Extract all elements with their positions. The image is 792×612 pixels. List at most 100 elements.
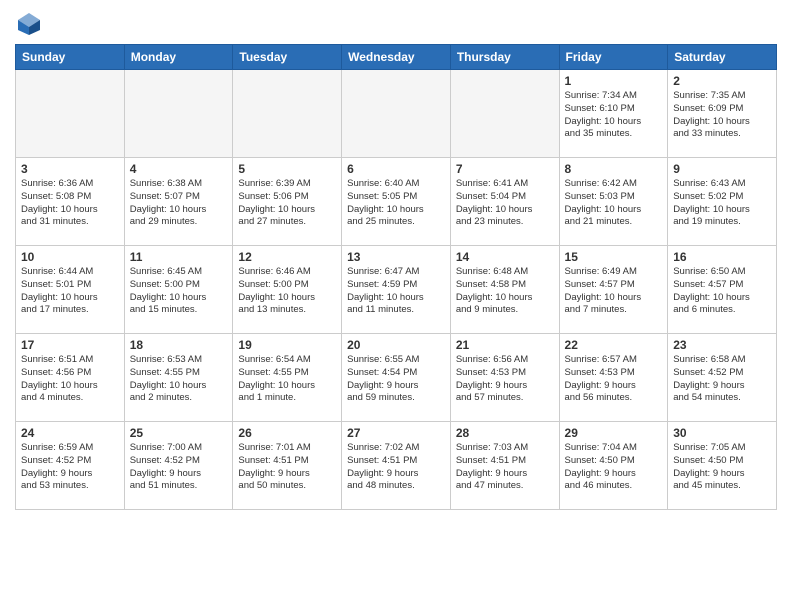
day-number: 22 (565, 338, 663, 352)
day-info: Sunrise: 7:34 AM Sunset: 6:10 PM Dayligh… (565, 90, 663, 141)
calendar-cell: 11Sunrise: 6:45 AM Sunset: 5:00 PM Dayli… (124, 246, 233, 334)
day-number: 15 (565, 250, 663, 264)
calendar-cell: 12 Sunrise: 6:46 AM Sunset: 5:00 PM Dayli… (233, 246, 342, 334)
calendar-cell: 10 Sunrise: 6:44 AM Sunset: 5:01 PM Dayli… (16, 246, 125, 334)
logo-icon (15, 10, 43, 38)
calendar-cell: 14 Sunrise: 6:48 AM Sunset: 4:58 PM Dayli… (450, 246, 559, 334)
calendar-cell: 26Sunrise: 7:01 AM Sunset: 4:51 PM Dayli… (233, 422, 342, 510)
day-number: 26 (238, 426, 336, 440)
day-number: 19 (238, 338, 336, 352)
day-info: Sunrise: 6:47 AM Sunset: 4:59 PM Dayligh… (347, 266, 445, 317)
day-info: Sunrise: 6:58 AM Sunset: 4:52 PM Dayligh… (673, 354, 771, 405)
day-number: 5 (238, 162, 336, 176)
day-number: 1 (565, 74, 663, 88)
day-info: Sunrise: 6:36 AM Sunset: 5:08 PM Dayligh… (21, 178, 119, 229)
day-info: Sunrise: 7:02 AM Sunset: 4:51 PM Dayligh… (347, 442, 445, 493)
calendar-cell: 22Sunrise: 6:57 AM Sunset: 4:53 PM Dayli… (559, 334, 668, 422)
calendar-cell: 18Sunrise: 6:53 AM Sunset: 4:55 PM Dayli… (124, 334, 233, 422)
day-info: Sunrise: 7:03 AM Sunset: 4:51 PM Dayligh… (456, 442, 554, 493)
day-header-thursday: Thursday (450, 45, 559, 70)
day-info: Sunrise: 7:05 AM Sunset: 4:50 PM Dayligh… (673, 442, 771, 493)
day-info: Sunrise: 6:41 AM Sunset: 5:04 PM Dayligh… (456, 178, 554, 229)
day-info: Sunrise: 6:39 AM Sunset: 5:06 PM Dayligh… (238, 178, 336, 229)
week-row-4: 17 Sunrise: 6:51 AM Sunset: 4:56 PM Dayli… (16, 334, 777, 422)
calendar-cell: 8 Sunrise: 6:42 AM Sunset: 5:03 PM Daylig… (559, 158, 668, 246)
day-header-friday: Friday (559, 45, 668, 70)
day-info: Sunrise: 6:42 AM Sunset: 5:03 PM Dayligh… (565, 178, 663, 229)
day-info: Sunrise: 6:56 AM Sunset: 4:53 PM Dayligh… (456, 354, 554, 405)
calendar-header-row: SundayMondayTuesdayWednesdayThursdayFrid… (16, 45, 777, 70)
day-number: 3 (21, 162, 119, 176)
day-info: Sunrise: 6:48 AM Sunset: 4:58 PM Dayligh… (456, 266, 554, 317)
day-header-monday: Monday (124, 45, 233, 70)
week-row-1: 1 Sunrise: 7:34 AM Sunset: 6:10 PM Daylig… (16, 70, 777, 158)
day-number: 12 (238, 250, 336, 264)
day-info: Sunrise: 6:50 AM Sunset: 4:57 PM Dayligh… (673, 266, 771, 317)
day-number: 6 (347, 162, 445, 176)
day-number: 4 (130, 162, 228, 176)
day-info: Sunrise: 6:51 AM Sunset: 4:56 PM Dayligh… (21, 354, 119, 405)
calendar-table: SundayMondayTuesdayWednesdayThursdayFrid… (15, 44, 777, 510)
calendar-cell: 17 Sunrise: 6:51 AM Sunset: 4:56 PM Dayli… (16, 334, 125, 422)
day-info: Sunrise: 6:40 AM Sunset: 5:05 PM Dayligh… (347, 178, 445, 229)
day-number: 21 (456, 338, 554, 352)
calendar-cell: 2Sunrise: 7:35 AM Sunset: 6:09 PM Daylig… (668, 70, 777, 158)
calendar-cell (450, 70, 559, 158)
calendar-cell: 27 Sunrise: 7:02 AM Sunset: 4:51 PM Dayli… (342, 422, 451, 510)
day-number: 14 (456, 250, 554, 264)
calendar-cell: 25 Sunrise: 7:00 AM Sunset: 4:52 PM Dayli… (124, 422, 233, 510)
calendar-cell (233, 70, 342, 158)
week-row-5: 24 Sunrise: 6:59 AM Sunset: 4:52 PM Dayli… (16, 422, 777, 510)
day-number: 23 (673, 338, 771, 352)
day-header-wednesday: Wednesday (342, 45, 451, 70)
header (15, 10, 777, 38)
week-row-2: 3 Sunrise: 6:36 AM Sunset: 5:08 PM Daylig… (16, 158, 777, 246)
calendar-cell: 29Sunrise: 7:04 AM Sunset: 4:50 PM Dayli… (559, 422, 668, 510)
calendar-cell (124, 70, 233, 158)
day-number: 17 (21, 338, 119, 352)
day-info: Sunrise: 6:44 AM Sunset: 5:01 PM Dayligh… (21, 266, 119, 317)
day-number: 20 (347, 338, 445, 352)
day-number: 24 (21, 426, 119, 440)
day-header-tuesday: Tuesday (233, 45, 342, 70)
day-info: Sunrise: 6:55 AM Sunset: 4:54 PM Dayligh… (347, 354, 445, 405)
calendar-cell: 28 Sunrise: 7:03 AM Sunset: 4:51 PM Dayli… (450, 422, 559, 510)
day-info: Sunrise: 6:49 AM Sunset: 4:57 PM Dayligh… (565, 266, 663, 317)
day-number: 10 (21, 250, 119, 264)
calendar-cell: 3 Sunrise: 6:36 AM Sunset: 5:08 PM Daylig… (16, 158, 125, 246)
calendar-cell: 23 Sunrise: 6:58 AM Sunset: 4:52 PM Dayli… (668, 334, 777, 422)
day-number: 8 (565, 162, 663, 176)
day-info: Sunrise: 6:46 AM Sunset: 5:00 PM Dayligh… (238, 266, 336, 317)
calendar-cell: 7 Sunrise: 6:41 AM Sunset: 5:04 PM Daylig… (450, 158, 559, 246)
day-number: 11 (130, 250, 228, 264)
day-number: 18 (130, 338, 228, 352)
day-number: 9 (673, 162, 771, 176)
day-number: 16 (673, 250, 771, 264)
day-info: Sunrise: 7:04 AM Sunset: 4:50 PM Dayligh… (565, 442, 663, 493)
day-number: 7 (456, 162, 554, 176)
day-number: 2 (673, 74, 771, 88)
day-info: Sunrise: 6:38 AM Sunset: 5:07 PM Dayligh… (130, 178, 228, 229)
calendar-cell: 16 Sunrise: 6:50 AM Sunset: 4:57 PM Dayli… (668, 246, 777, 334)
day-number: 28 (456, 426, 554, 440)
page: SundayMondayTuesdayWednesdayThursdayFrid… (0, 0, 792, 520)
calendar-cell: 21 Sunrise: 6:56 AM Sunset: 4:53 PM Dayli… (450, 334, 559, 422)
calendar-cell: 1 Sunrise: 7:34 AM Sunset: 6:10 PM Daylig… (559, 70, 668, 158)
day-number: 25 (130, 426, 228, 440)
calendar-cell: 19 Sunrise: 6:54 AM Sunset: 4:55 PM Dayli… (233, 334, 342, 422)
calendar-cell: 5 Sunrise: 6:39 AM Sunset: 5:06 PM Daylig… (233, 158, 342, 246)
day-header-sunday: Sunday (16, 45, 125, 70)
day-info: Sunrise: 7:00 AM Sunset: 4:52 PM Dayligh… (130, 442, 228, 493)
day-info: Sunrise: 6:59 AM Sunset: 4:52 PM Dayligh… (21, 442, 119, 493)
logo (15, 10, 46, 38)
day-number: 27 (347, 426, 445, 440)
day-info: Sunrise: 6:54 AM Sunset: 4:55 PM Dayligh… (238, 354, 336, 405)
calendar-cell: 13 Sunrise: 6:47 AM Sunset: 4:59 PM Dayli… (342, 246, 451, 334)
week-row-3: 10 Sunrise: 6:44 AM Sunset: 5:01 PM Dayli… (16, 246, 777, 334)
calendar-cell: 24 Sunrise: 6:59 AM Sunset: 4:52 PM Dayli… (16, 422, 125, 510)
day-number: 13 (347, 250, 445, 264)
day-number: 30 (673, 426, 771, 440)
calendar-cell: 20 Sunrise: 6:55 AM Sunset: 4:54 PM Dayli… (342, 334, 451, 422)
day-info: Sunrise: 6:43 AM Sunset: 5:02 PM Dayligh… (673, 178, 771, 229)
calendar-cell: 9 Sunrise: 6:43 AM Sunset: 5:02 PM Daylig… (668, 158, 777, 246)
